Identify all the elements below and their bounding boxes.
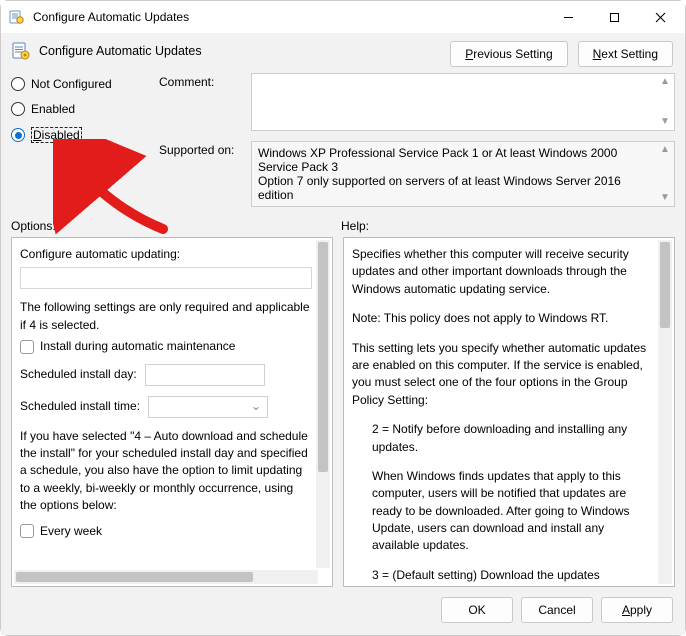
radio-icon <box>11 77 25 91</box>
radio-icon <box>11 102 25 116</box>
radio-label: Not Configured <box>31 77 112 91</box>
previous-setting-button[interactable]: Previous Setting <box>450 41 567 67</box>
scroll-down-icon[interactable]: ▼ <box>659 193 671 203</box>
policy-title-icon <box>9 9 25 25</box>
supported-text: Windows XP Professional Service Pack 1 o… <box>258 146 621 202</box>
configure-updating-select[interactable] <box>20 267 312 289</box>
header-row: Configure Automatic Updates Previous Set… <box>1 33 685 71</box>
radio-disabled[interactable]: Disabled <box>11 127 149 143</box>
window-title: Configure Automatic Updates <box>33 10 545 24</box>
options-panel: Configure automatic updating: The follow… <box>11 237 333 587</box>
checkbox-label: Every week <box>40 523 102 540</box>
help-panel: Specifies whether this computer will rec… <box>343 237 675 587</box>
scheduled-day-label: Scheduled install day: <box>20 366 137 383</box>
help-vertical-scrollbar[interactable] <box>658 240 672 584</box>
scroll-up-icon[interactable]: ▲ <box>659 77 671 87</box>
policy-icon <box>11 41 31 61</box>
options-required-note: The following settings are only required… <box>20 299 312 334</box>
options-heading: Options: <box>11 219 341 233</box>
dialog-footer: OK Cancel Apply <box>1 587 685 635</box>
scheduled-time-select[interactable]: ⌄ <box>148 396 268 418</box>
checkbox-icon <box>20 340 34 354</box>
options-horizontal-scrollbar[interactable] <box>14 570 318 584</box>
comment-textbox[interactable]: ▲ ▼ <box>251 73 675 131</box>
chevron-down-icon: ⌄ <box>251 398 261 415</box>
scroll-down-icon[interactable]: ▼ <box>659 117 671 127</box>
minimize-button[interactable] <box>545 2 591 32</box>
window-controls <box>545 2 683 32</box>
titlebar: Configure Automatic Updates <box>1 1 685 33</box>
maximize-button[interactable] <box>591 2 637 32</box>
scroll-up-icon[interactable]: ▲ <box>659 145 671 155</box>
scheduled-day-select[interactable] <box>145 364 265 386</box>
comment-label: Comment: <box>159 73 243 131</box>
checkbox-icon <box>20 524 34 538</box>
help-text: Specifies whether this computer will rec… <box>352 246 652 298</box>
help-text: This setting lets you specify whether au… <box>352 340 652 410</box>
policy-title: Configure Automatic Updates <box>39 44 202 58</box>
help-heading: Help: <box>341 219 675 233</box>
options-vertical-scrollbar[interactable] <box>316 240 330 568</box>
radio-icon <box>11 128 25 142</box>
options-limit-note: If you have selected "4 – Auto download … <box>20 428 312 515</box>
radio-label: Enabled <box>31 102 75 116</box>
install-during-maintenance-checkbox[interactable]: Install during automatic maintenance <box>20 338 312 355</box>
radio-label: Disabled <box>31 127 82 143</box>
apply-button[interactable]: Apply <box>601 597 673 623</box>
ok-button[interactable]: OK <box>441 597 513 623</box>
radio-enabled[interactable]: Enabled <box>11 102 149 116</box>
help-text: 3 = (Default setting) Download the updat… <box>352 567 652 586</box>
help-text: When Windows finds updates that apply to… <box>352 468 652 555</box>
scheduled-time-label: Scheduled install time: <box>20 398 140 415</box>
configure-updating-label: Configure automatic updating: <box>20 246 312 263</box>
every-week-checkbox[interactable]: Every week <box>20 523 312 540</box>
state-radio-group: Not Configured Enabled Disabled <box>11 73 149 207</box>
close-button[interactable] <box>637 2 683 32</box>
checkbox-label: Install during automatic maintenance <box>40 338 235 355</box>
next-setting-button[interactable]: Next Setting <box>578 41 673 67</box>
supported-label: Supported on: <box>159 141 243 207</box>
help-text: 2 = Notify before downloading and instal… <box>352 421 652 456</box>
cancel-button[interactable]: Cancel <box>521 597 593 623</box>
help-text: Note: This policy does not apply to Wind… <box>352 310 652 327</box>
radio-not-configured[interactable]: Not Configured <box>11 77 149 91</box>
supported-on-box: Windows XP Professional Service Pack 1 o… <box>251 141 675 207</box>
